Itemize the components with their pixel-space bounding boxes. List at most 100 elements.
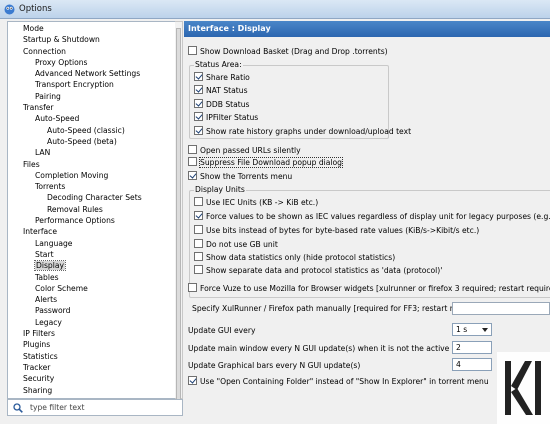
suppress-download-popup-checkbox[interactable]: Suppress File Download popup dialog [188, 157, 344, 168]
tree-item[interactable]: Statistics [8, 351, 181, 362]
checkbox-box[interactable] [188, 145, 197, 154]
tree-item-label: Advanced Network Settings [35, 69, 141, 79]
tree-item[interactable]: Performance Options [8, 215, 181, 226]
checkbox-label: Show data statistics only (hide protocol… [206, 253, 396, 262]
ddb-status-checkbox[interactable]: DDB Status [194, 99, 250, 110]
tree-list: Mode Startup & Shutdown Connection Proxy Op… [8, 22, 181, 396]
checkbox-box[interactable] [194, 265, 203, 274]
tree-item[interactable]: Decoding Character Sets [8, 192, 181, 203]
checkbox-box[interactable] [194, 211, 203, 220]
checkbox-box[interactable] [194, 197, 203, 206]
update-gui-select[interactable]: 1 s [452, 323, 492, 336]
tree-item[interactable]: Color Scheme [8, 283, 181, 294]
tree-item[interactable]: Legacy [8, 317, 181, 328]
tree-item[interactable]: IP Filters [8, 328, 181, 339]
chevron-down-icon [482, 328, 488, 332]
checkbox-box[interactable] [194, 252, 203, 261]
options-tree[interactable]: Mode Startup & Shutdown Connection Proxy Op… [7, 21, 182, 399]
tree-item[interactable]: Interface [8, 226, 181, 237]
tree-item[interactable]: Startup & Shutdown [8, 34, 181, 45]
tree-item[interactable]: LAN [8, 147, 181, 158]
nat-status-checkbox[interactable]: NAT Status [194, 85, 248, 96]
update-graphical-bars-spinner[interactable]: 4 [452, 358, 492, 371]
no-gb-unit-checkbox[interactable]: Do not use GB unit [194, 239, 278, 250]
tree-item[interactable]: Advanced Network Settings [8, 68, 181, 79]
tree-item[interactable]: Display [8, 260, 181, 272]
checkbox-box[interactable] [194, 85, 203, 94]
tree-item[interactable]: Plugins [8, 339, 181, 350]
tree-item-label: Completion Moving [35, 170, 109, 180]
checkbox-box[interactable] [194, 99, 203, 108]
checkbox-label: Force values to be shown as IEC values r… [206, 212, 550, 221]
tree-item[interactable]: Proxy Options [8, 57, 181, 68]
tree-item[interactable]: Security [8, 373, 181, 384]
use-bits-checkbox[interactable]: Use bits instead of bytes for byte-based… [194, 225, 479, 236]
tree-item[interactable]: Auto-Speed (beta) [8, 136, 181, 147]
tree-item-label: LAN [35, 148, 51, 158]
tree-item[interactable]: Start [8, 249, 181, 260]
data-stats-only-checkbox[interactable]: Show data statistics only (hide protocol… [194, 252, 395, 263]
rate-history-graphs-checkbox[interactable]: Show rate history graphs under download/… [194, 126, 411, 137]
tree-item[interactable]: Alerts [8, 294, 181, 305]
show-torrents-menu-checkbox[interactable]: Show the Torrents menu [188, 171, 292, 182]
tree-item[interactable]: Auto-Speed (classic) [8, 125, 181, 136]
tree-item-label: Auto-Speed (beta) [47, 136, 117, 146]
checkbox-label: NAT Status [206, 86, 248, 95]
checkbox-box[interactable] [194, 72, 203, 81]
tree-item[interactable]: Tracker [8, 362, 181, 373]
tree-item-label: Startup & Shutdown [23, 35, 100, 45]
checkbox-label: Show separate data and protocol statisti… [206, 266, 443, 275]
force-iec-values-checkbox[interactable]: Force values to be shown as IEC values r… [194, 211, 550, 222]
tree-item[interactable]: Transfer [8, 102, 181, 113]
tree-item-label: Language [35, 238, 73, 248]
filter-input[interactable]: type filter text [7, 399, 183, 416]
checkbox-box[interactable] [194, 225, 203, 234]
xulrunner-path-input[interactable] [452, 302, 550, 315]
tree-item-label: Performance Options [35, 216, 115, 226]
tree-item[interactable]: Pairing [8, 91, 181, 102]
share-ratio-checkbox[interactable]: Share Ratio [194, 72, 250, 83]
checkbox-label: DDB Status [206, 100, 250, 109]
checkbox-box[interactable] [188, 376, 197, 385]
force-mozilla-checkbox[interactable]: Force Vuze to use Mozilla for Browser wi… [188, 283, 550, 294]
checkbox-label: Use IEC Units (KB -> KiB etc.) [206, 198, 319, 207]
tree-item-label: Plugins [23, 340, 51, 350]
tree-item[interactable]: Tables [8, 272, 181, 283]
open-passed-urls-checkbox[interactable]: Open passed URLs silently [188, 145, 301, 156]
tree-item[interactable]: Sharing [8, 385, 181, 396]
tree-item[interactable]: Removal Rules [8, 204, 181, 215]
update-main-window-spinner[interactable]: 2 [452, 341, 492, 354]
display-units-title: Display Units [194, 185, 246, 194]
separate-data-protocol-checkbox[interactable]: Show separate data and protocol statisti… [194, 265, 442, 276]
checkbox-box[interactable] [194, 239, 203, 248]
checkbox-label: Use "Open Containing Folder" instead of … [200, 377, 489, 386]
checkbox-box[interactable] [188, 171, 197, 180]
checkbox-label: IPFilter Status [206, 113, 259, 122]
tree-item-label: Statistics [23, 351, 58, 361]
checkbox-label: Open passed URLs silently [200, 146, 301, 155]
checkbox-box[interactable] [194, 112, 203, 121]
checkbox-box[interactable] [188, 283, 197, 292]
use-iec-units-checkbox[interactable]: Use IEC Units (KB -> KiB etc.) [194, 197, 318, 208]
tree-scrollbar-thumb[interactable] [176, 28, 181, 400]
checkbox-box[interactable] [188, 157, 197, 166]
tree-scrollbar[interactable] [175, 21, 183, 400]
checkbox-label: Suppress File Download popup dialog [198, 157, 344, 168]
tree-item[interactable]: Completion Moving [8, 170, 181, 181]
tree-item[interactable]: Language [8, 238, 181, 249]
checkbox-box[interactable] [194, 126, 203, 135]
checkbox-box[interactable] [188, 46, 197, 55]
ipfilter-status-checkbox[interactable]: IPFilter Status [194, 112, 258, 123]
xulrunner-path-label: Specify XulRunner / Firefox path manuall… [192, 304, 485, 313]
tree-item[interactable]: Mode [8, 23, 181, 34]
tree-item[interactable]: Torrents [8, 181, 181, 192]
show-download-basket-checkbox[interactable]: Show Download Basket (Drag and Drop .tor… [188, 46, 388, 57]
open-containing-folder-checkbox[interactable]: Use "Open Containing Folder" instead of … [188, 376, 489, 387]
tree-item[interactable]: Auto-Speed [8, 113, 181, 124]
checkbox-label: Show Download Basket (Drag and Drop .tor… [200, 47, 388, 56]
tree-item[interactable]: Files [8, 159, 181, 170]
tree-item-label: Start [35, 249, 54, 259]
tree-item[interactable]: Password [8, 305, 181, 316]
tree-item[interactable]: Connection [8, 46, 181, 57]
tree-item[interactable]: Transport Encryption [8, 79, 181, 90]
